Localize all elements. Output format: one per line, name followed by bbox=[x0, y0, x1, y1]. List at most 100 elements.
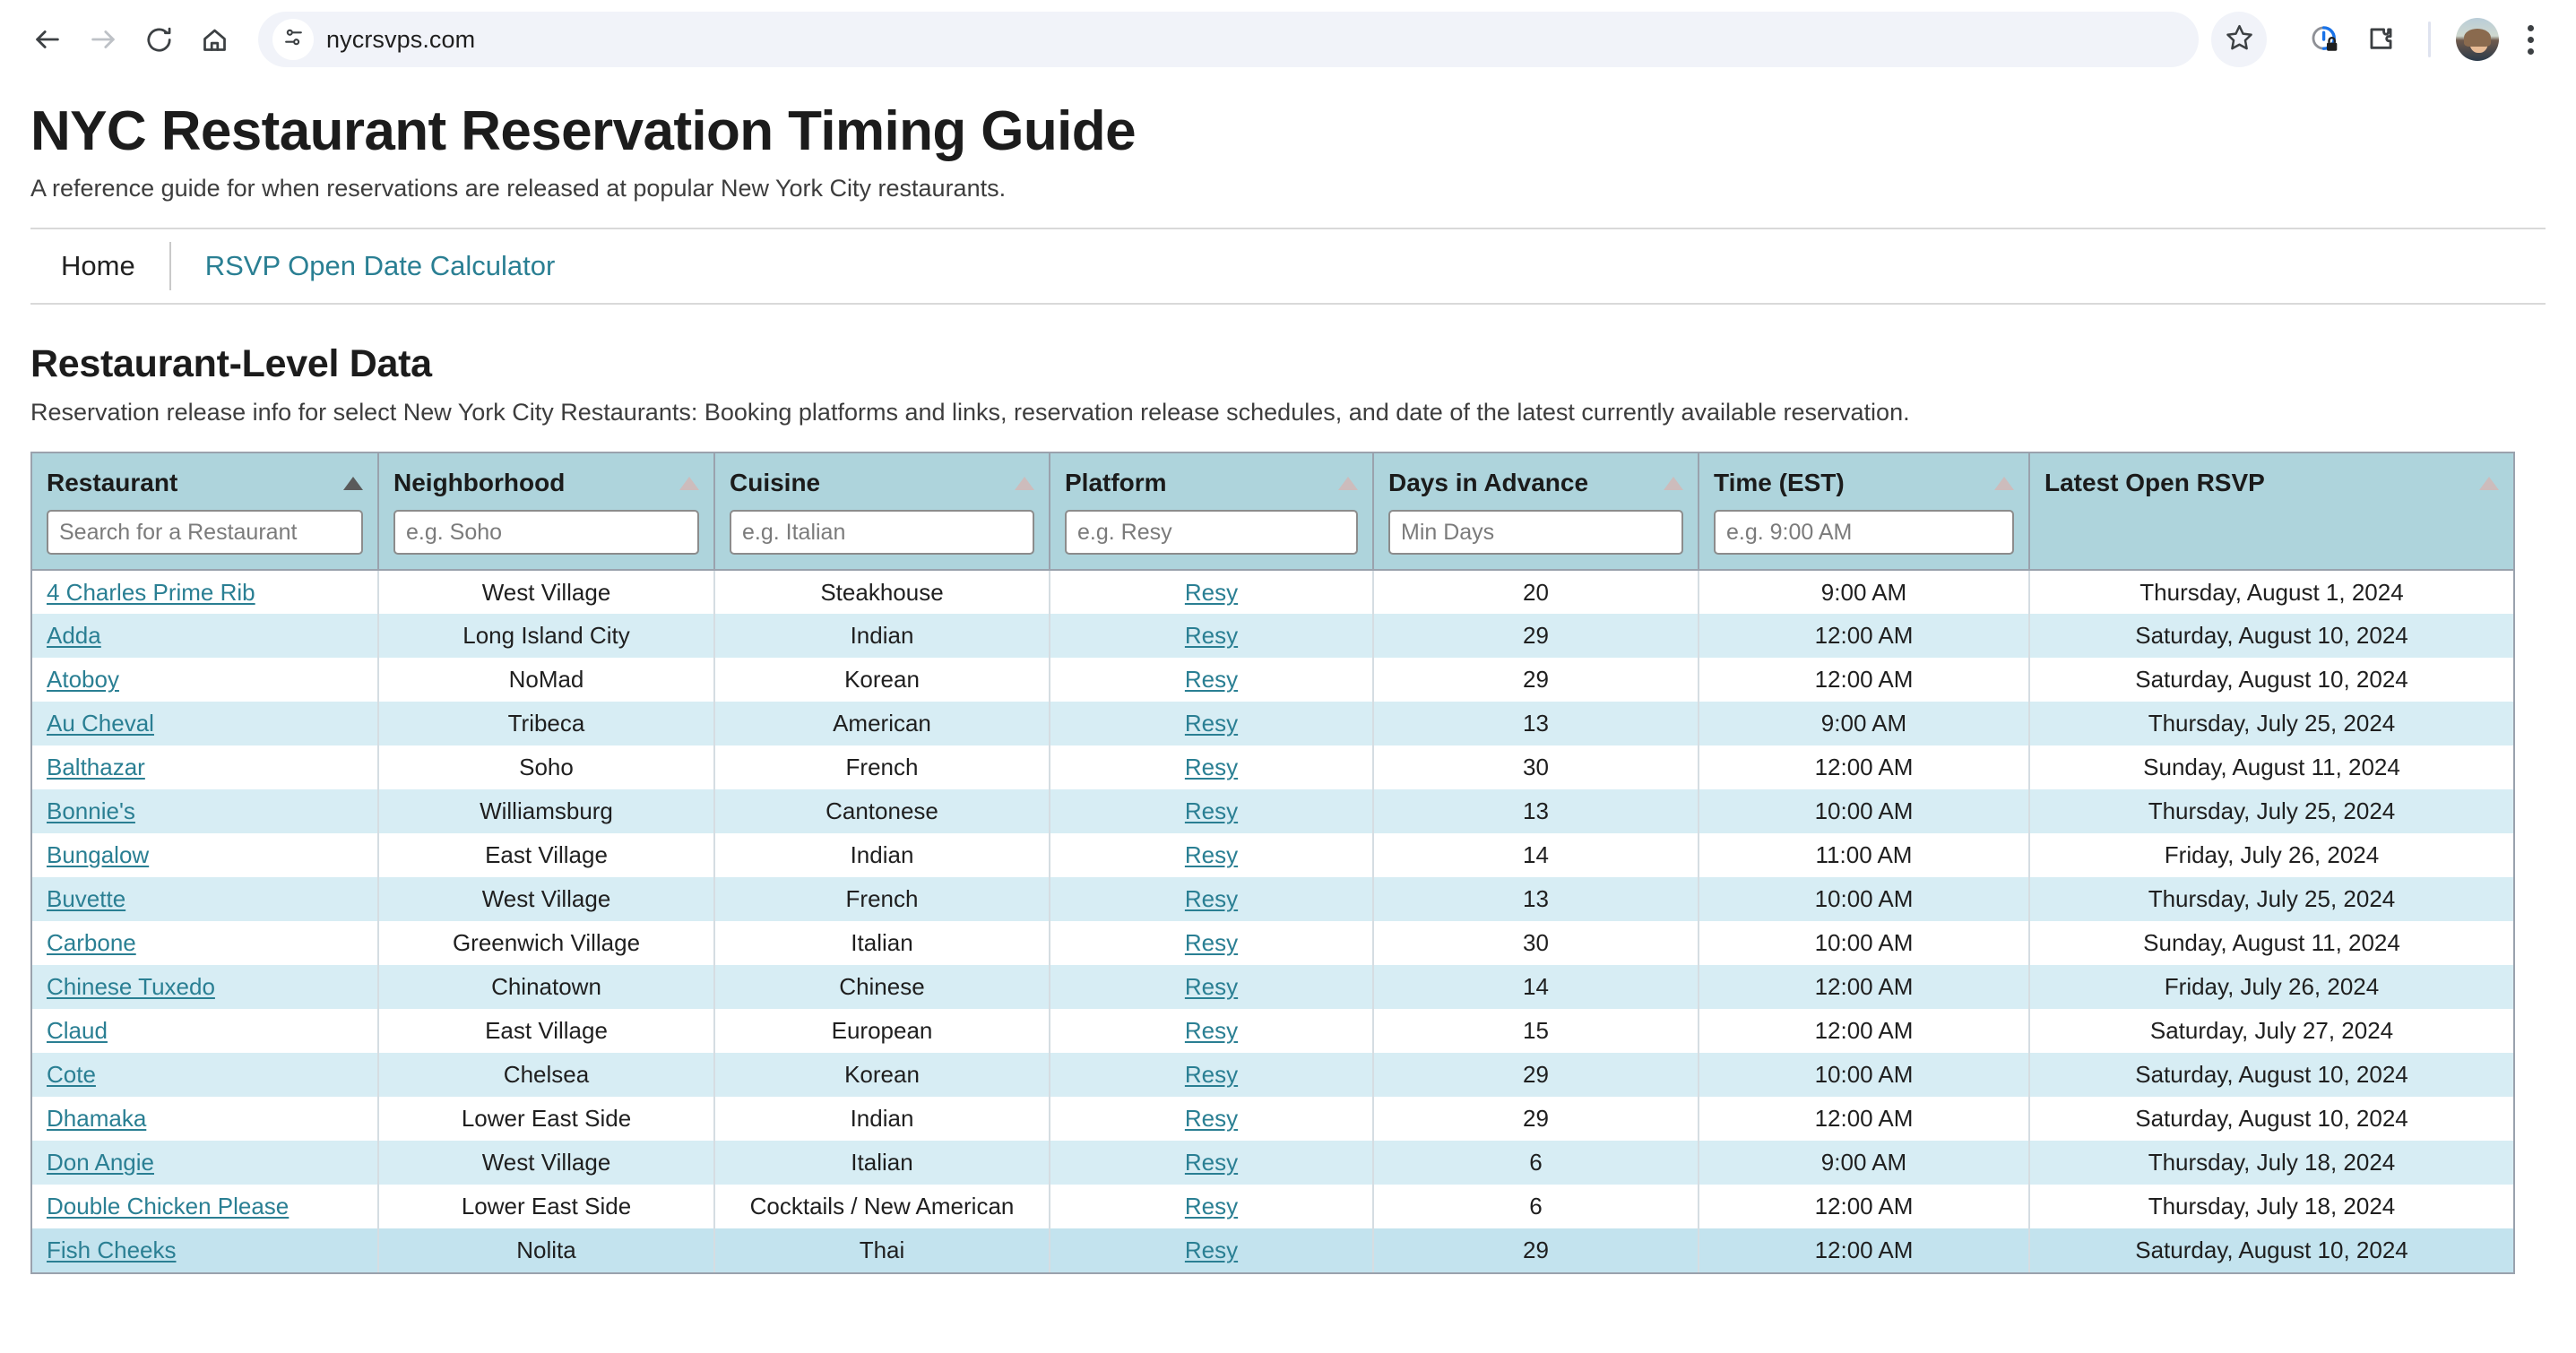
table-row[interactable]: Balthazar Soho French Resy 30 12:00 AM Sunday,… bbox=[32, 745, 2513, 790]
table-row[interactable]: Bonnie's Williamsburg Cantonese Resy 13 10:00… bbox=[32, 789, 2513, 834]
nav-link-rsvp-calculator[interactable]: RSVP Open Date Calculator bbox=[200, 250, 561, 282]
platform-link[interactable]: Resy bbox=[1185, 1105, 1238, 1132]
cell-neighborhood: West Village bbox=[378, 570, 715, 615]
column-header-row: Days in Advance bbox=[1388, 466, 1683, 500]
table-row[interactable]: Bungalow East Village Indian Resy 14 11:00 AM… bbox=[32, 833, 2513, 878]
reload-icon bbox=[144, 25, 174, 55]
restaurant-link[interactable]: Don Angie bbox=[47, 1149, 154, 1176]
platform-link[interactable]: Resy bbox=[1185, 973, 1238, 1000]
sort-ascending-icon-restaurant[interactable] bbox=[343, 476, 363, 490]
filter-input-platform[interactable] bbox=[1065, 510, 1358, 556]
nav-link-home[interactable]: Home bbox=[56, 250, 141, 282]
filter-input-restaurant[interactable] bbox=[47, 510, 363, 556]
reload-button[interactable] bbox=[131, 12, 186, 67]
cell-rsvp: Saturday, August 10, 2024 bbox=[2029, 658, 2513, 702]
restaurant-link[interactable]: Balthazar bbox=[47, 754, 145, 780]
table-row[interactable]: Buvette West Village French Resy 13 10:00 AM T… bbox=[32, 877, 2513, 922]
table-row[interactable]: 4 Charles Prime Rib West Village Steakhous… bbox=[32, 570, 2513, 615]
platform-link[interactable]: Resy bbox=[1185, 579, 1238, 606]
table-row[interactable]: Don Angie West Village Italian Resy 6 9:00 AM… bbox=[32, 1141, 2513, 1185]
filter-input-cuisine[interactable] bbox=[730, 510, 1034, 556]
tracking-protection-button[interactable] bbox=[2297, 12, 2353, 67]
site-settings-button[interactable] bbox=[272, 19, 314, 60]
cell-neighborhood: East Village bbox=[378, 1009, 715, 1054]
cell-rsvp: Sunday, August 11, 2024 bbox=[2029, 921, 2513, 966]
column-header-cuisine[interactable]: Cuisine bbox=[714, 453, 1050, 572]
column-header-days[interactable]: Days in Advance bbox=[1373, 453, 1699, 572]
platform-link[interactable]: Resy bbox=[1185, 622, 1238, 649]
sort-ascending-icon-cuisine[interactable] bbox=[1015, 476, 1034, 490]
table-row[interactable]: Double Chicken Please Lower East Side Cock… bbox=[32, 1185, 2513, 1229]
restaurant-link[interactable]: Adda bbox=[47, 622, 101, 649]
sort-ascending-icon-days[interactable] bbox=[1664, 476, 1683, 490]
table-row[interactable]: Au Cheval Tribeca American Resy 13 9:00 AM Thu… bbox=[32, 702, 2513, 746]
restaurant-link[interactable]: 4 Charles Prime Rib bbox=[47, 579, 255, 606]
column-header-time[interactable]: Time (EST) bbox=[1699, 453, 2030, 572]
restaurant-link[interactable]: Carbone bbox=[47, 929, 136, 956]
column-header-neighborhood[interactable]: Neighborhood bbox=[378, 453, 715, 572]
cell-cuisine: Indian bbox=[714, 614, 1050, 659]
column-header-rsvp[interactable]: Latest Open RSVP bbox=[2029, 453, 2513, 572]
filter-input-days[interactable] bbox=[1388, 510, 1683, 556]
filter-input-time[interactable] bbox=[1714, 510, 2014, 556]
address-bar[interactable]: nycrsvps.com bbox=[258, 12, 2199, 67]
forward-button[interactable] bbox=[75, 12, 131, 67]
cell-restaurant: Claud bbox=[32, 1009, 379, 1054]
cell-cuisine: Italian bbox=[714, 1141, 1050, 1185]
sort-ascending-icon-rsvp[interactable] bbox=[2479, 476, 2499, 490]
cell-neighborhood: East Village bbox=[378, 833, 715, 878]
platform-link[interactable]: Resy bbox=[1185, 710, 1238, 737]
platform-link[interactable]: Resy bbox=[1185, 754, 1238, 780]
cell-restaurant: Adda bbox=[32, 614, 379, 659]
sort-ascending-icon-time[interactable] bbox=[1994, 476, 2014, 490]
restaurant-link[interactable]: Cote bbox=[47, 1061, 96, 1088]
table-row[interactable]: Adda Long Island City Indian Resy 29 12:00 AM… bbox=[32, 614, 2513, 659]
restaurant-link[interactable]: Double Chicken Please bbox=[47, 1193, 289, 1219]
table-row[interactable]: Carbone Greenwich Village Italian Resy 30 10:… bbox=[32, 921, 2513, 966]
bookmark-button[interactable] bbox=[2211, 12, 2267, 67]
table-row[interactable]: Fish Cheeks Nolita Thai Resy 29 12:00 AM Satur… bbox=[32, 1228, 2513, 1273]
platform-link[interactable]: Resy bbox=[1185, 1237, 1238, 1263]
cell-neighborhood: Greenwich Village bbox=[378, 921, 715, 966]
restaurant-link[interactable]: Bungalow bbox=[47, 841, 149, 868]
restaurant-link[interactable]: Au Cheval bbox=[47, 710, 154, 737]
section-title: Restaurant-Level Data bbox=[30, 342, 432, 386]
sort-ascending-icon-platform[interactable] bbox=[1338, 476, 1358, 490]
cell-platform: Resy bbox=[1050, 921, 1374, 966]
cell-restaurant: Double Chicken Please bbox=[32, 1185, 379, 1229]
restaurant-link[interactable]: Buvette bbox=[47, 885, 125, 912]
restaurant-link[interactable]: Atoboy bbox=[47, 666, 119, 693]
column-header-platform[interactable]: Platform bbox=[1050, 453, 1374, 572]
platform-link[interactable]: Resy bbox=[1185, 1149, 1238, 1176]
table-row[interactable]: Atoboy NoMad Korean Resy 29 12:00 AM Saturday,… bbox=[32, 658, 2513, 702]
restaurant-link[interactable]: Dhamaka bbox=[47, 1105, 146, 1132]
cell-restaurant: Fish Cheeks bbox=[32, 1228, 379, 1273]
restaurant-link[interactable]: Fish Cheeks bbox=[47, 1237, 177, 1263]
column-header-label: Time (EST) bbox=[1714, 469, 1845, 497]
platform-link[interactable]: Resy bbox=[1185, 929, 1238, 956]
table-row[interactable]: Dhamaka Lower East Side Indian Resy 29 12:00 … bbox=[32, 1097, 2513, 1142]
column-header-restaurant[interactable]: Restaurant bbox=[32, 453, 379, 572]
extensions-button[interactable] bbox=[2353, 12, 2408, 67]
back-button[interactable] bbox=[20, 12, 75, 67]
platform-link[interactable]: Resy bbox=[1185, 1193, 1238, 1219]
platform-link[interactable]: Resy bbox=[1185, 1017, 1238, 1044]
cell-rsvp: Saturday, August 10, 2024 bbox=[2029, 614, 2513, 659]
platform-link[interactable]: Resy bbox=[1185, 797, 1238, 824]
table-row[interactable]: Cote Chelsea Korean Resy 29 10:00 AM Saturday,… bbox=[32, 1053, 2513, 1098]
restaurant-link[interactable]: Bonnie's bbox=[47, 797, 135, 824]
home-button[interactable] bbox=[186, 12, 242, 67]
platform-link[interactable]: Resy bbox=[1185, 1061, 1238, 1088]
platform-link[interactable]: Resy bbox=[1185, 885, 1238, 912]
table-row[interactable]: Claud East Village European Resy 15 12:00 AM S… bbox=[32, 1009, 2513, 1054]
chrome-menu-button[interactable] bbox=[2504, 12, 2556, 67]
platform-link[interactable]: Resy bbox=[1185, 666, 1238, 693]
restaurant-link[interactable]: Claud bbox=[47, 1017, 108, 1044]
platform-link[interactable]: Resy bbox=[1185, 841, 1238, 868]
table-row[interactable]: Chinese Tuxedo Chinatown Chinese Resy 14 12:0… bbox=[32, 965, 2513, 1010]
cell-time: 12:00 AM bbox=[1699, 1185, 2030, 1229]
restaurant-link[interactable]: Chinese Tuxedo bbox=[47, 973, 215, 1000]
sort-ascending-icon-neighborhood[interactable] bbox=[679, 476, 699, 490]
profile-avatar[interactable] bbox=[2456, 18, 2499, 61]
filter-input-neighborhood[interactable] bbox=[393, 510, 699, 556]
